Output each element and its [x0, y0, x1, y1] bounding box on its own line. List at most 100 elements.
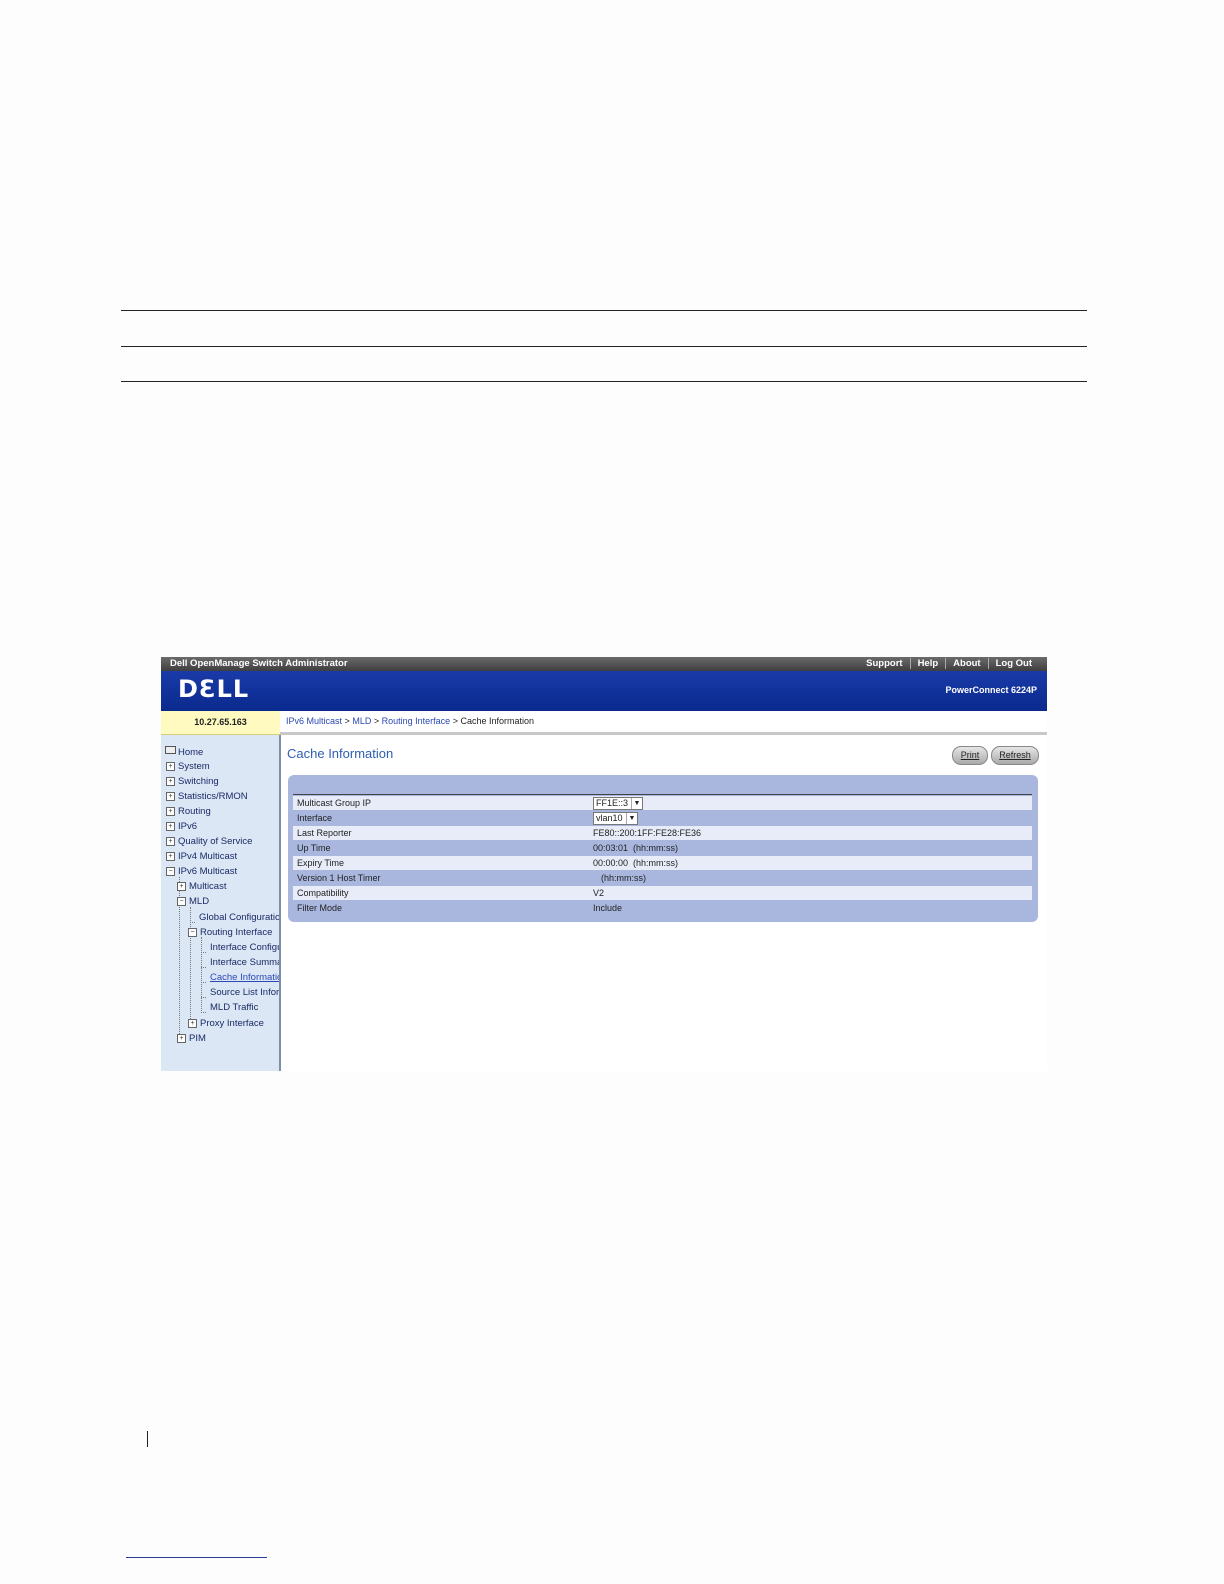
sidebar-item-global-configuration[interactable]: Global Configuration [199, 912, 279, 923]
sidebar-item-system[interactable]: + System [166, 761, 210, 772]
footnote-rule [126, 1557, 267, 1558]
collapse-icon[interactable]: − [166, 867, 175, 876]
breadcrumb-mld[interactable]: MLD [352, 716, 371, 726]
panel-header-line [293, 794, 1032, 795]
page-margin-bar [147, 1431, 148, 1447]
tree-line [201, 997, 206, 998]
sidebar-item-home[interactable]: Home [165, 746, 203, 758]
sidebar-item-mld-traffic[interactable]: MLD Traffic [210, 1002, 258, 1013]
sidebar-item-interface-summary[interactable]: Interface Summary [210, 957, 279, 968]
interface-select[interactable]: vlan10 ▼ [593, 812, 638, 825]
breadcrumb: IPv6 Multicast > MLD > Routing Interface… [286, 716, 534, 726]
tree-line [201, 982, 206, 983]
tree-line [201, 1012, 206, 1013]
tree-line [190, 922, 195, 923]
field-row-version-1-host-timer: Version 1 Host Timer (hh:mm:ss) [293, 871, 1032, 885]
help-link[interactable]: Help [909, 658, 946, 669]
field-label: Filter Mode [297, 903, 343, 913]
field-row-compatibility: Compatibility V2 [293, 886, 1032, 900]
chevron-down-icon: ▼ [631, 798, 642, 809]
tree-line [190, 907, 191, 1027]
expand-icon[interactable]: + [166, 837, 175, 846]
sidebar-item-switching[interactable]: + Switching [166, 776, 219, 787]
field-value: 00:03:01 (hh:mm:ss) [593, 843, 679, 853]
sidebar-item-multicast[interactable]: + Multicast [177, 881, 226, 892]
switch-admin-window: Dell OpenManage Switch Administrator Sup… [161, 657, 1047, 1071]
collapse-icon[interactable]: − [177, 897, 186, 906]
sidebar-item-routing-interface[interactable]: − Routing Interface [188, 927, 272, 938]
sidebar-item-ipv6-multicast[interactable]: − IPv6 Multicast [166, 866, 237, 877]
tree-line [201, 952, 206, 953]
app-title: Dell OpenManage Switch Administrator [170, 658, 348, 669]
field-row-expiry-time: Expiry Time 00:00:00 (hh:mm:ss) [293, 856, 1032, 870]
sidebar-item-interface-configuration[interactable]: Interface Configuration [210, 942, 279, 953]
sidebar-item-ipv4-multicast[interactable]: + IPv4 Multicast [166, 851, 237, 862]
page-title: Cache Information [287, 746, 394, 761]
expand-icon[interactable]: + [166, 792, 175, 801]
top-bar: Dell OpenManage Switch Administrator Sup… [161, 657, 1047, 671]
field-value: FE80::200:1FF:FE28:FE36 [593, 828, 702, 838]
refresh-button[interactable]: Refresh [991, 746, 1039, 765]
logout-link[interactable]: Log Out [987, 658, 1039, 669]
field-value: 00:00:00 (hh:mm:ss) [593, 858, 679, 868]
sidebar-item-mld[interactable]: − MLD [177, 896, 209, 907]
field-value: Include [593, 903, 623, 913]
document-rule-bottom [121, 381, 1087, 382]
expand-icon[interactable]: + [166, 807, 175, 816]
breadcrumb-current: Cache Information [460, 716, 535, 726]
expand-icon[interactable]: + [166, 777, 175, 786]
field-label: Multicast Group IP [297, 798, 372, 808]
field-label: Version 1 Host Timer [297, 873, 381, 883]
sidebar-item-quality-of-service[interactable]: + Quality of Service [166, 836, 252, 847]
sidebar-item-proxy-interface[interactable]: + Proxy Interface [188, 1018, 264, 1029]
expand-icon[interactable]: + [166, 762, 175, 771]
field-row-multicast-group-ip: Multicast Group IP FF1E::3 ▼ [293, 796, 1032, 810]
brand-header: DƐLL PowerConnect 6224P [161, 671, 1047, 711]
document-rule-top [121, 310, 1087, 311]
field-value: V2 [593, 888, 605, 898]
sidebar-item-routing[interactable]: + Routing [166, 806, 211, 817]
field-value: (hh:mm:ss) [601, 873, 646, 883]
print-button[interactable]: Print [952, 746, 988, 765]
support-link[interactable]: Support [859, 658, 909, 669]
expand-icon[interactable]: + [177, 1034, 186, 1043]
expand-icon[interactable]: + [166, 822, 175, 831]
sidebar-item-source-list-information[interactable]: Source List Information [210, 987, 279, 998]
device-ip: 10.27.65.163 [161, 711, 280, 735]
dell-logo: DƐLL [178, 675, 250, 703]
product-name: PowerConnect 6224P [945, 685, 1037, 695]
collapse-icon[interactable]: − [188, 928, 197, 937]
breadcrumb-separator: > [344, 716, 350, 726]
monitor-icon [165, 746, 176, 754]
tree-line [201, 967, 206, 968]
field-row-up-time: Up Time 00:03:01 (hh:mm:ss) [293, 841, 1032, 855]
field-label: Interface [297, 813, 333, 823]
breadcrumb-ipv6-multicast[interactable]: IPv6 Multicast [286, 716, 342, 726]
field-row-last-reporter: Last Reporter FE80::200:1FF:FE28:FE36 [293, 826, 1032, 840]
field-label: Last Reporter [297, 828, 352, 838]
expand-icon[interactable]: + [188, 1019, 197, 1028]
sidebar: Home + System + Switching + Statistics/RMON… [161, 735, 281, 1071]
sidebar-item-cache-information[interactable]: Cache Information [210, 972, 279, 983]
field-label: Compatibility [297, 888, 349, 898]
breadcrumb-divider [280, 732, 1047, 735]
expand-icon[interactable]: + [166, 852, 175, 861]
multicast-group-ip-select[interactable]: FF1E::3 ▼ [593, 797, 643, 810]
breadcrumb-separator: > [452, 716, 458, 726]
breadcrumb-separator: > [373, 716, 380, 726]
field-row-interface: Interface vlan10 ▼ [293, 811, 1032, 825]
field-label: Up Time [297, 843, 331, 853]
sidebar-item-ipv6[interactable]: + IPv6 [166, 821, 197, 832]
field-row-filter-mode: Filter Mode Include [293, 901, 1032, 915]
top-links: Support Help About Log Out [859, 658, 1039, 669]
chevron-down-icon: ▼ [626, 813, 637, 824]
cache-info-panel: Multicast Group IP FF1E::3 ▼ Interface v… [288, 775, 1038, 922]
expand-icon[interactable]: + [177, 882, 186, 891]
breadcrumb-routing-interface[interactable]: Routing Interface [382, 716, 451, 726]
sidebar-item-statistics-rmon[interactable]: + Statistics/RMON [166, 791, 248, 802]
document-rule-middle [121, 346, 1087, 347]
tree-line [201, 937, 202, 1011]
about-link[interactable]: About [945, 658, 987, 669]
field-label: Expiry Time [297, 858, 345, 868]
sidebar-item-pim[interactable]: + PIM [177, 1033, 206, 1044]
